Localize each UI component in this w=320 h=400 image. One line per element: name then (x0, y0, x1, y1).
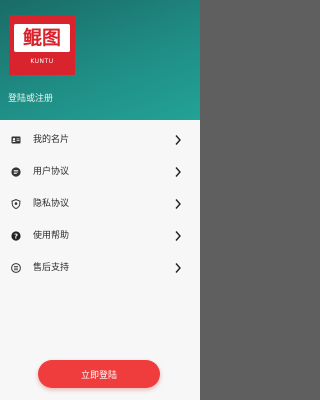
dim-overlay[interactable] (200, 0, 240, 400)
login-or-register-link[interactable]: 登陆或注册 (8, 91, 53, 104)
document-icon (11, 167, 21, 177)
svg-text:?: ? (14, 233, 18, 241)
menu-item-label: 用户协议 (33, 167, 70, 177)
side-drawer: 鲲图 KUNTU 登陆或注册 我的名片 用户协议 隐私协议 ? 使用帮助 售后支… (0, 0, 200, 400)
logo-inner: 鲲图 (14, 24, 70, 52)
chevron-right-icon (175, 231, 181, 241)
chevron-right-icon (175, 167, 181, 177)
drawer-header: 鲲图 KUNTU 登陆或注册 (0, 0, 200, 120)
chevron-right-icon (175, 199, 181, 209)
menu-item-user-agreement[interactable]: 用户协议 (0, 156, 200, 188)
menu-item-label: 售后支持 (33, 263, 70, 273)
menu-item-privacy-agreement[interactable]: 隐私协议 (0, 188, 200, 220)
support-icon (11, 263, 21, 273)
chevron-right-icon (175, 135, 181, 145)
login-now-button[interactable]: 立即登陆 (38, 360, 160, 388)
menu-item-label: 使用帮助 (33, 231, 70, 241)
menu-item-label: 我的名片 (33, 135, 70, 145)
menu-item-after-sales-support[interactable]: 售后支持 (0, 252, 200, 284)
menu-item-business-card[interactable]: 我的名片 (0, 124, 200, 156)
help-icon: ? (11, 231, 21, 241)
menu-item-help[interactable]: ? 使用帮助 (0, 220, 200, 252)
drawer-menu: 我的名片 用户协议 隐私协议 ? 使用帮助 售后支持 (0, 124, 200, 284)
chevron-right-icon (175, 263, 181, 273)
logo-text: 鲲图 (22, 26, 61, 49)
id-card-icon (11, 136, 21, 144)
logo-subtext: KUNTU (30, 58, 54, 65)
shield-icon (11, 199, 21, 209)
menu-item-label: 隐私协议 (33, 199, 70, 209)
app-logo: 鲲图 KUNTU (9, 15, 75, 75)
